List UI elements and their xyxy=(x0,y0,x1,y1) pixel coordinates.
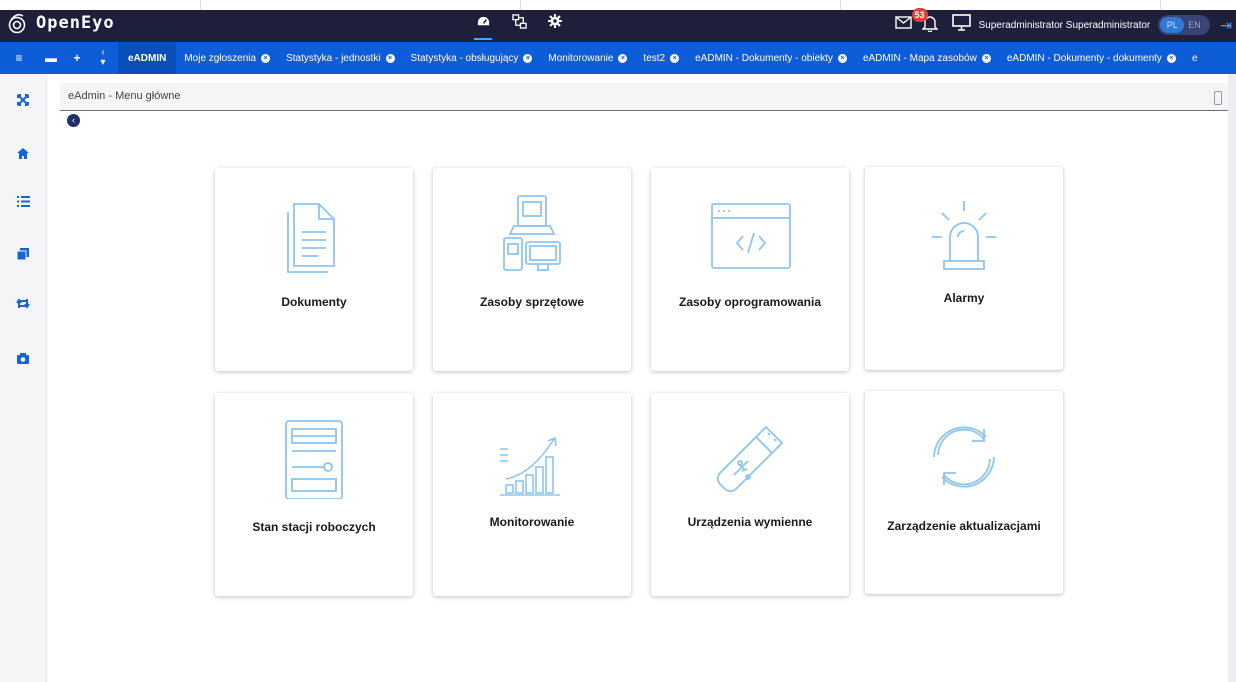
usb-drive-icon xyxy=(710,419,790,499)
tab-label: Statystyka - jednostki xyxy=(286,52,381,64)
add-tab-icon[interactable]: + xyxy=(68,51,86,65)
vertical-menu-icon[interactable] xyxy=(1214,91,1222,105)
tab-close-icon[interactable]: × xyxy=(523,53,533,63)
workstation-icon xyxy=(274,419,354,500)
notifications-bell-icon[interactable]: 53 xyxy=(911,7,939,37)
back-circle-icon[interactable]: ‹ xyxy=(67,114,80,127)
breadcrumb-label: eAdmin - Menu główne xyxy=(68,90,181,102)
app-logo[interactable]: OpenEyo xyxy=(8,12,115,34)
folder-icon[interactable]: ▬ xyxy=(42,51,60,65)
tab-close-icon[interactable]: × xyxy=(1166,53,1176,63)
tile-label: Dokumenty xyxy=(281,295,347,309)
lang-en[interactable]: EN xyxy=(1188,17,1201,33)
tile-dokumenty[interactable]: Dokumenty xyxy=(215,168,413,371)
notifications-badge: 53 xyxy=(911,7,928,22)
document-icon xyxy=(274,194,354,274)
tab-label: Statystyka - obsługujący xyxy=(410,52,519,64)
tile-alarmy[interactable]: Alarmy xyxy=(865,167,1063,370)
tab-8[interactable]: eADMIN - Dokumenty - dokumenty × xyxy=(999,42,1184,74)
tab-5[interactable]: test2 × xyxy=(635,42,687,74)
expand-icon[interactable] xyxy=(14,91,32,109)
tile-monitorowanie[interactable]: Monitorowanie xyxy=(433,393,631,596)
tab-close-icon[interactable]: × xyxy=(385,53,395,63)
tab-0[interactable]: eADMIN xyxy=(118,42,177,74)
tab-1[interactable]: Moje zgłoszenia × xyxy=(176,42,278,74)
home-icon[interactable] xyxy=(14,144,32,162)
alarm-light-icon xyxy=(924,193,1004,273)
tab-close-icon[interactable]: × xyxy=(837,53,847,63)
tab-3[interactable]: Statystyka - obsługujący × xyxy=(403,42,541,74)
tile-zarz-dzenie-aktualizacjami[interactable]: Zarządzenie aktualizacjami xyxy=(865,391,1063,594)
lang-pl[interactable]: PL xyxy=(1160,17,1185,33)
app-title: OpenEyo xyxy=(36,13,115,33)
tab-bar: ≡ ▬ + ‹ ▾ eADMIN Moje zgłoszenia × Statystyk… xyxy=(0,42,1236,74)
collapse-tabs-icon[interactable]: ‹ ▾ xyxy=(94,48,112,68)
camera-icon[interactable] xyxy=(14,349,32,367)
tile-label: Zasoby sprzętowe xyxy=(479,295,585,309)
tile-zasoby-oprogramowania[interactable]: Zasoby oprogramowania xyxy=(651,168,849,371)
right-scroll-area xyxy=(1228,74,1236,682)
tile-label: Monitorowanie xyxy=(489,515,575,529)
tab-2[interactable]: Statystyka - jednostki × xyxy=(278,42,402,74)
top-strip xyxy=(0,0,1236,10)
tile-stan-stacji-roboczych[interactable]: Stan stacji roboczych xyxy=(215,393,413,596)
tab-label: eADMIN - Dokumenty - dokumenty xyxy=(1006,52,1162,64)
left-navigation xyxy=(0,74,47,682)
monitor-icon[interactable] xyxy=(951,14,971,36)
tab-label: test2 xyxy=(643,52,666,64)
logo-icon xyxy=(8,13,26,34)
dashboard-icon[interactable] xyxy=(474,12,492,40)
tab-label: Monitorowanie xyxy=(548,52,614,64)
tile-label: Alarmy xyxy=(943,291,985,305)
tab-close-icon[interactable]: × xyxy=(261,53,271,63)
tab-7[interactable]: eADMIN - Mapa zasobów × xyxy=(855,42,999,74)
refresh-icon xyxy=(924,417,1004,497)
tab-4[interactable]: Monitorowanie × xyxy=(540,42,635,74)
tab-9[interactable]: e xyxy=(1184,42,1206,74)
breadcrumb: eAdmin - Menu główne xyxy=(60,83,1228,111)
growth-chart-icon xyxy=(492,419,572,499)
tab-close-icon[interactable]: × xyxy=(618,53,628,63)
retweet-icon[interactable] xyxy=(14,294,32,312)
user-name[interactable]: Superadministrator Superadministrator xyxy=(979,20,1151,31)
hamburger-menu-icon[interactable]: ≡ xyxy=(10,51,28,65)
list-icon[interactable] xyxy=(14,192,32,210)
mail-icon[interactable] xyxy=(894,16,912,34)
top-header: OpenEyo 53 Superadministrator Superadmin… xyxy=(0,0,1236,42)
tile-urz-dzenia-wymienne[interactable]: Urządzenia wymienne xyxy=(651,393,849,596)
tab-label: eADMIN - Mapa zasobów xyxy=(862,52,977,64)
tile-label: Urządzenia wymienne xyxy=(687,515,813,529)
tab-close-icon[interactable]: × xyxy=(670,53,680,63)
hardware-icon xyxy=(492,194,572,274)
tile-label: Stan stacji roboczych xyxy=(252,520,376,534)
network-icon[interactable] xyxy=(510,12,528,30)
tile-zasoby-sprz-towe[interactable]: Zasoby sprzętowe xyxy=(433,168,631,371)
language-toggle[interactable]: PL EN xyxy=(1158,15,1211,35)
tab-6[interactable]: eADMIN - Dokumenty - obiekty × xyxy=(687,42,855,74)
tab-close-icon[interactable]: × xyxy=(981,53,991,63)
logout-icon[interactable]: ⇥ xyxy=(1220,17,1232,34)
tab-label: Moje zgłoszenia xyxy=(184,52,257,64)
tile-label: Zarządzenie aktualizacjami xyxy=(887,519,1041,533)
tab-label: eADMIN - Dokumenty - obiekty xyxy=(695,52,833,64)
copy-icon[interactable] xyxy=(14,245,32,263)
tab-label: eADMIN xyxy=(128,52,167,64)
gear-icon[interactable] xyxy=(546,12,564,30)
code-window-icon xyxy=(710,194,791,274)
tile-label: Zasoby oprogramowania xyxy=(678,295,822,309)
tab-label: e xyxy=(1191,52,1198,64)
